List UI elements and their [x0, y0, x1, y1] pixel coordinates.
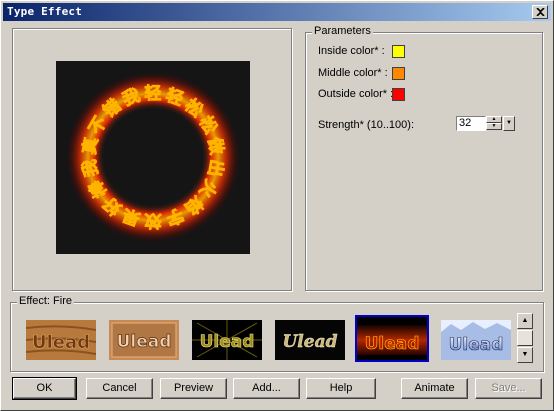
effect-thumb-ice[interactable]: Ulead: [441, 320, 511, 360]
close-icon: [535, 8, 545, 16]
strength-spinner: ▲ ▼: [486, 116, 502, 131]
strength-label: Strength* (10..100):: [318, 119, 415, 131]
preview-char: 真: [79, 136, 103, 156]
outside-color-swatch[interactable]: [392, 88, 405, 101]
cancel-button[interactable]: Cancel: [86, 378, 153, 399]
parameters-label: Parameters: [312, 25, 373, 37]
gold-glow-effect-image: Ulead: [192, 320, 262, 360]
preview-button[interactable]: Preview: [160, 378, 227, 399]
window-title: Type Effect: [7, 5, 83, 18]
strength-input[interactable]: 32: [456, 116, 486, 131]
ok-button[interactable]: OK: [12, 377, 77, 400]
wood-thumb-text: Ulead: [32, 332, 90, 353]
effect-thumb-gold-italic[interactable]: Ulead: [275, 320, 345, 360]
gold-glow-thumb-text: Ulead: [200, 332, 255, 352]
scroll-down-button[interactable]: ▼: [517, 347, 533, 363]
bevel-effect-image: Ulead: [109, 320, 179, 360]
effect-thumb-bevel[interactable]: Ulead: [109, 320, 179, 360]
title-bar[interactable]: Type Effect: [3, 3, 551, 21]
gold-italic-effect-image: Ulead: [275, 320, 345, 360]
ice-thumb-text: Ulead: [449, 335, 504, 355]
parameters-group: Parameters Inside color* : Middle color*…: [305, 25, 543, 291]
middle-color-swatch[interactable]: [392, 67, 405, 80]
effect-thumb-wood[interactable]: Ulead: [26, 320, 96, 360]
type-effect-dialog: Type Effect 我 轻 轻 松 松 做 出 火 焰 字 效 果 好 棒 …: [0, 0, 554, 411]
fire-text-preview: 我轻轻松松做出火焰字效果好棒我真不错: [65, 71, 241, 243]
preview-char: 轻: [144, 83, 161, 104]
effect-label: Effect: Fire: [17, 295, 74, 307]
effect-thumb-fire[interactable]: Ulead: [355, 315, 429, 362]
bevel-thumb-text: Ulead: [117, 332, 172, 352]
save-button[interactable]: Save...: [475, 378, 542, 399]
strength-dropdown-button[interactable]: ▼: [503, 116, 515, 131]
effect-thumb-gold-glow[interactable]: Ulead: [192, 320, 262, 360]
gold-italic-thumb-text: Ulead: [282, 332, 337, 352]
fire-thumb-text: Ulead: [365, 334, 420, 354]
outside-color-label: Outside color* :: [318, 88, 394, 100]
scroll-up-button[interactable]: ▲: [517, 313, 533, 329]
middle-color-label: Middle color* :: [318, 67, 388, 79]
animate-button[interactable]: Animate: [401, 378, 468, 399]
preview-panel: 我轻轻松松做出火焰字效果好棒我真不错: [12, 28, 292, 291]
effect-group: Effect: Fire Ulead Ulead Ulead Ulead Ule…: [10, 295, 544, 372]
inside-color-label: Inside color* :: [318, 45, 385, 57]
preview-char: 出: [204, 158, 228, 178]
preview-char: 效: [145, 210, 162, 231]
ice-effect-image: Ulead: [441, 320, 511, 360]
preview-canvas: 我轻轻松松做出火焰字效果好棒我真不错: [56, 61, 250, 254]
wood-effect-image: Ulead: [26, 320, 96, 360]
inside-color-swatch[interactable]: [392, 45, 405, 58]
close-button[interactable]: [532, 5, 548, 19]
spin-up-button[interactable]: ▲: [486, 116, 502, 123]
add-button[interactable]: Add...: [233, 378, 300, 399]
scroll-track[interactable]: [517, 330, 533, 346]
spin-down-button[interactable]: ▼: [486, 123, 502, 130]
preview-char: 我: [80, 158, 103, 178]
fire-effect-image: Ulead: [357, 317, 427, 360]
help-button[interactable]: Help: [306, 378, 376, 399]
